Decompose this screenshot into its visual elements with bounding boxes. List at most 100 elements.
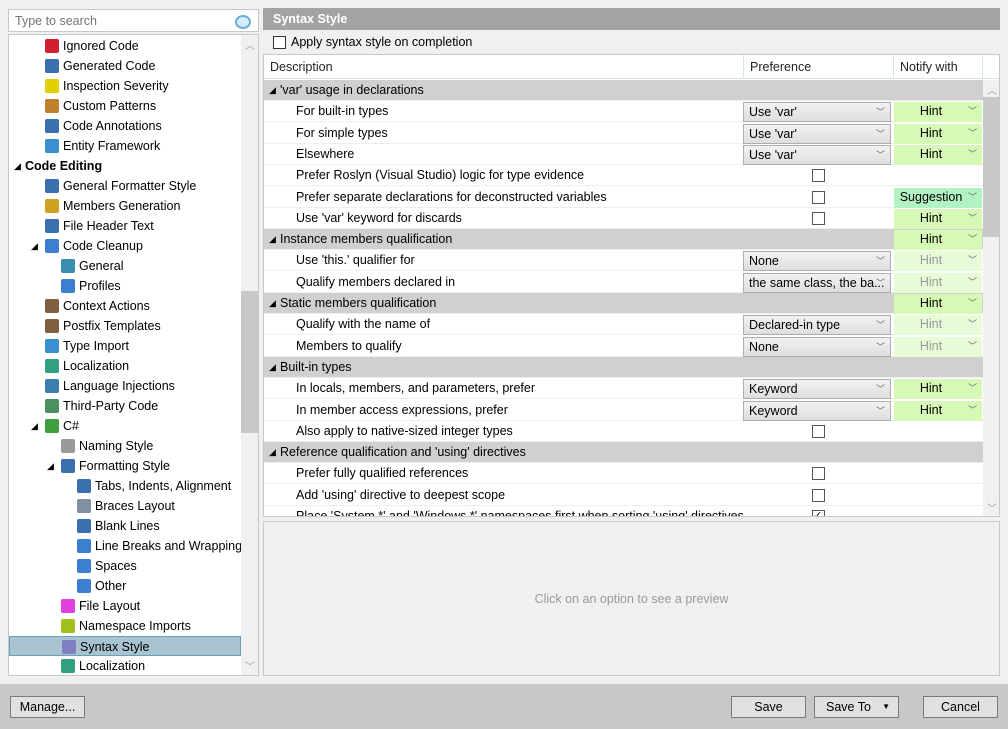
tree-item[interactable]: Line Breaks and Wrapping xyxy=(9,536,241,556)
tree-item[interactable]: Namespace Imports xyxy=(9,616,241,636)
search-input[interactable] xyxy=(8,9,259,32)
row-description: For built-in types xyxy=(296,101,388,122)
column-notify[interactable]: Notify with xyxy=(894,55,983,79)
tree-item[interactable]: Members Generation xyxy=(9,196,241,216)
notify-select[interactable]: Hint﹀ xyxy=(894,124,982,144)
namespace-imports-icon xyxy=(61,619,75,633)
scroll-down-icon[interactable]: ﹀ xyxy=(241,658,259,673)
tree-item[interactable]: Type Import xyxy=(9,336,241,356)
tree-item[interactable]: ◢Formatting Style xyxy=(9,456,241,476)
tree-item[interactable]: ◢C# xyxy=(9,416,241,436)
preference-checkbox[interactable] xyxy=(812,191,825,204)
tree-item[interactable]: Localization xyxy=(9,356,241,376)
save-to-button[interactable]: Save To▼ xyxy=(814,696,899,718)
preference-select[interactable]: Keyword﹀ xyxy=(743,379,891,399)
tree-item[interactable]: Code Annotations xyxy=(9,116,241,136)
tree-item[interactable]: General Formatter Style xyxy=(9,176,241,196)
save-button[interactable]: Save xyxy=(731,696,806,718)
notify-select[interactable]: Hint﹀ xyxy=(894,273,982,293)
tree-item-label: Postfix Templates xyxy=(63,316,161,336)
expanded-arrow-icon[interactable]: ◢ xyxy=(269,80,276,101)
profiles-icon xyxy=(61,279,75,293)
tree-item[interactable]: Blank Lines xyxy=(9,516,241,536)
table-scroll-thumb[interactable] xyxy=(983,97,1000,237)
notify-select[interactable]: Hint﹀ xyxy=(894,102,982,122)
tree-item[interactable]: General xyxy=(9,256,241,276)
expanded-arrow-icon[interactable]: ◢ xyxy=(269,357,276,378)
expanded-arrow-icon[interactable]: ◢ xyxy=(269,229,276,250)
tabs-indents-alignment-icon xyxy=(77,479,91,493)
tree-item[interactable]: Localization xyxy=(9,656,241,676)
tree-item[interactable]: Tabs, Indents, Alignment xyxy=(9,476,241,496)
column-description[interactable]: Description xyxy=(264,55,744,79)
general-formatter-style-icon xyxy=(45,179,59,193)
tree-item[interactable]: Postfix Templates xyxy=(9,316,241,336)
tree-item[interactable]: Profiles xyxy=(9,276,241,296)
chevron-down-icon: ﹀ xyxy=(968,124,977,143)
preference-select[interactable]: Use 'var'﹀ xyxy=(743,145,891,165)
scroll-up-icon[interactable]: ︿ xyxy=(983,82,1000,97)
notify-select[interactable]: Hint﹀ xyxy=(894,401,982,421)
tree-item[interactable]: Third-Party Code xyxy=(9,396,241,416)
tree-item[interactable]: Syntax Style xyxy=(9,636,241,656)
tree-item[interactable]: Entity Framework xyxy=(9,136,241,156)
row-description: For simple types xyxy=(296,123,388,144)
tree-item[interactable]: File Layout xyxy=(9,596,241,616)
preference-checkbox[interactable] xyxy=(812,169,825,182)
preference-checkbox[interactable] xyxy=(812,212,825,225)
apply-checkbox[interactable] xyxy=(273,36,286,49)
preference-checkbox[interactable] xyxy=(812,489,825,502)
expanded-arrow-icon[interactable]: ◢ xyxy=(47,456,54,476)
preference-checkbox[interactable] xyxy=(812,467,825,480)
notify-select[interactable]: Hint﹀ xyxy=(894,379,982,399)
preference-select[interactable]: Use 'var'﹀ xyxy=(743,102,891,122)
preference-select[interactable]: Use 'var'﹀ xyxy=(743,124,891,144)
tree-item[interactable]: ◢Code Cleanup xyxy=(9,236,241,256)
notify-select[interactable]: Hint﹀ xyxy=(894,315,982,335)
expanded-arrow-icon[interactable]: ◢ xyxy=(269,293,276,314)
braces-layout-icon xyxy=(77,499,91,513)
tree-item[interactable]: Ignored Code xyxy=(9,36,241,56)
notify-select[interactable]: Hint﹀ xyxy=(894,145,982,165)
group-row: ◢'var' usage in declarations xyxy=(264,80,983,101)
tree-item[interactable]: Braces Layout xyxy=(9,496,241,516)
chevron-down-icon: ﹀ xyxy=(968,230,977,249)
notify-select[interactable]: Hint﹀ xyxy=(894,251,982,271)
notify-select[interactable]: Hint﹀ xyxy=(894,294,982,314)
row-description: Qualify with the name of xyxy=(296,314,430,335)
notify-select[interactable]: Hint﹀ xyxy=(894,337,982,357)
table-row: Members to qualifyNone﹀Hint﹀ xyxy=(264,336,983,357)
tree-item[interactable]: Generated Code xyxy=(9,56,241,76)
tree-item[interactable]: Language Injections xyxy=(9,376,241,396)
scroll-down-icon[interactable]: ﹀ xyxy=(983,500,1000,515)
column-spacer xyxy=(983,55,1000,79)
notify-select[interactable]: Hint﹀ xyxy=(894,230,982,250)
preference-select[interactable]: None﹀ xyxy=(743,337,891,357)
column-preference[interactable]: Preference xyxy=(744,55,894,79)
notify-select[interactable]: Suggestion﹀ xyxy=(894,188,982,208)
tree-item[interactable]: Custom Patterns xyxy=(9,96,241,116)
scroll-up-icon[interactable]: ︿ xyxy=(241,37,259,52)
tree-item[interactable]: Spaces xyxy=(9,556,241,576)
manage-button[interactable]: Manage... xyxy=(10,696,85,718)
tree-scroll-thumb[interactable] xyxy=(241,291,259,433)
preference-checkbox[interactable]: ✓ xyxy=(812,510,825,517)
preference-select[interactable]: None﹀ xyxy=(743,251,891,271)
entity-framework-icon xyxy=(45,139,59,153)
expanded-arrow-icon[interactable]: ◢ xyxy=(31,416,38,436)
preference-select[interactable]: the same class, the ba...﹀ xyxy=(743,273,891,293)
tree-item[interactable]: File Header Text xyxy=(9,216,241,236)
preference-select[interactable]: Keyword﹀ xyxy=(743,401,891,421)
tree-item[interactable]: Context Actions xyxy=(9,296,241,316)
tree-item[interactable]: Inspection Severity xyxy=(9,76,241,96)
expanded-arrow-icon[interactable]: ◢ xyxy=(269,442,276,463)
tree-item[interactable]: ◢Code Editing xyxy=(9,156,241,176)
expanded-arrow-icon[interactable]: ◢ xyxy=(14,156,21,176)
expanded-arrow-icon[interactable]: ◢ xyxy=(31,236,38,256)
notify-select[interactable]: Hint﹀ xyxy=(894,209,982,229)
preference-checkbox[interactable] xyxy=(812,425,825,438)
cancel-button[interactable]: Cancel xyxy=(923,696,998,718)
tree-item[interactable]: Naming Style xyxy=(9,436,241,456)
tree-item[interactable]: Other xyxy=(9,576,241,596)
preference-select[interactable]: Declared-in type﹀ xyxy=(743,315,891,335)
